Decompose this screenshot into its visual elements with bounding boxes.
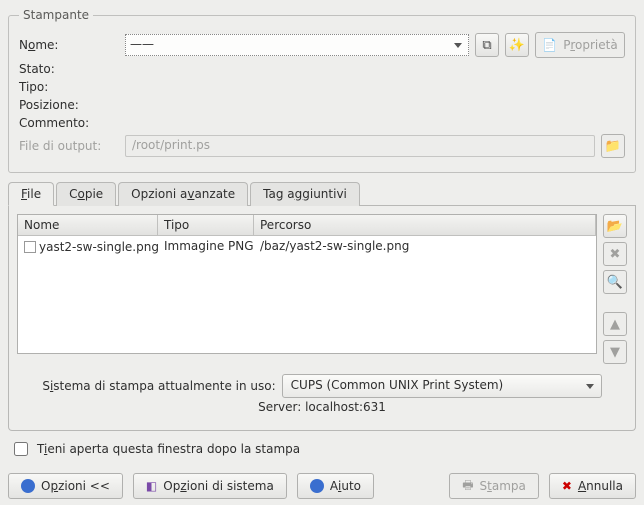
output-file-input: /root/print.ps (125, 135, 595, 157)
col-header-path[interactable]: Percorso (254, 215, 596, 235)
help-button[interactable]: Aiuto (297, 473, 374, 499)
keep-open-label: Tieni aperta questa finestra dopo la sta… (37, 442, 300, 456)
move-down-button: ▼ (603, 340, 627, 364)
output-file-label: File di output: (19, 139, 119, 153)
help-icon (310, 479, 324, 493)
folder-icon: 📁 (605, 139, 621, 154)
system-options-icon: ◧ (146, 479, 157, 493)
move-up-button: ▲ (603, 312, 627, 336)
filter-icon: ⧉ (482, 38, 491, 53)
wand-icon: ✨ (509, 38, 525, 53)
col-header-name[interactable]: Nome (18, 215, 158, 235)
cancel-icon: ✖ (562, 479, 572, 493)
state-label: Stato: (19, 62, 119, 76)
tab-panel-file: Nome Tipo Percorso yast2-sw-single.png I… (8, 206, 636, 431)
wizard-button[interactable]: ✨ (505, 33, 529, 57)
arrow-down-icon: ▼ (610, 345, 620, 360)
add-file-button[interactable]: 📂 (603, 214, 627, 238)
print-system-combo[interactable]: CUPS (Common UNIX Print System) (282, 374, 602, 398)
magnifier-icon: 🔍 (607, 275, 623, 290)
remove-file-button: ✖ (603, 242, 627, 266)
name-label: Nome: (19, 38, 119, 52)
remove-icon: ✖ (610, 247, 621, 262)
properties-button: 📄 Proprietà (535, 32, 625, 58)
arrow-up-icon: ▲ (610, 317, 620, 332)
folder-open-icon: 📂 (607, 219, 623, 234)
list-header: Nome Tipo Percorso (18, 215, 596, 236)
options-toggle-button[interactable]: Opzioni << (8, 473, 123, 499)
cancel-button[interactable]: ✖ Annulla (549, 473, 636, 499)
browse-output-button: 📁 (601, 134, 625, 158)
tab-additional-tags[interactable]: Tag aggiuntivi (250, 182, 360, 206)
server-label: Server: localhost:631 (17, 400, 627, 414)
tab-file[interactable]: File (8, 182, 54, 206)
col-header-type[interactable]: Tipo (158, 215, 254, 235)
printer-name-combo[interactable]: —— (125, 34, 469, 56)
preview-file-button: 🔍 (603, 270, 627, 294)
keep-open-checkbox[interactable] (14, 442, 28, 456)
tab-advanced-options[interactable]: Opzioni avanzate (118, 182, 248, 206)
position-label: Posizione: (19, 98, 119, 112)
properties-icon: 📄 (542, 38, 557, 52)
print-button: 🖶 Stampa (449, 473, 539, 499)
type-label: Tipo: (19, 80, 119, 94)
filter-printers-button[interactable]: ⧉ (475, 33, 499, 57)
file-listview[interactable]: Nome Tipo Percorso yast2-sw-single.png I… (17, 214, 597, 354)
printer-group: Stampante Nome: —— ⧉ ✨ 📄 Proprietà Stato… (8, 8, 636, 173)
comment-label: Commento: (19, 116, 119, 130)
table-row[interactable]: yast2-sw-single.png Immagine PNG /baz/ya… (18, 236, 596, 257)
print-system-label: Sistema di stampa attualmente in uso: (42, 379, 275, 393)
tab-copies[interactable]: Copie (56, 182, 116, 206)
tab-bar: File Copie Opzioni avanzate Tag aggiunti… (8, 181, 636, 206)
image-file-icon (24, 241, 36, 253)
printer-icon: 🖶 (462, 476, 473, 497)
system-options-button[interactable]: ◧ Opzioni di sistema (133, 473, 287, 499)
printer-group-title: Stampante (19, 8, 93, 22)
arrow-up-circle-icon (21, 479, 35, 493)
